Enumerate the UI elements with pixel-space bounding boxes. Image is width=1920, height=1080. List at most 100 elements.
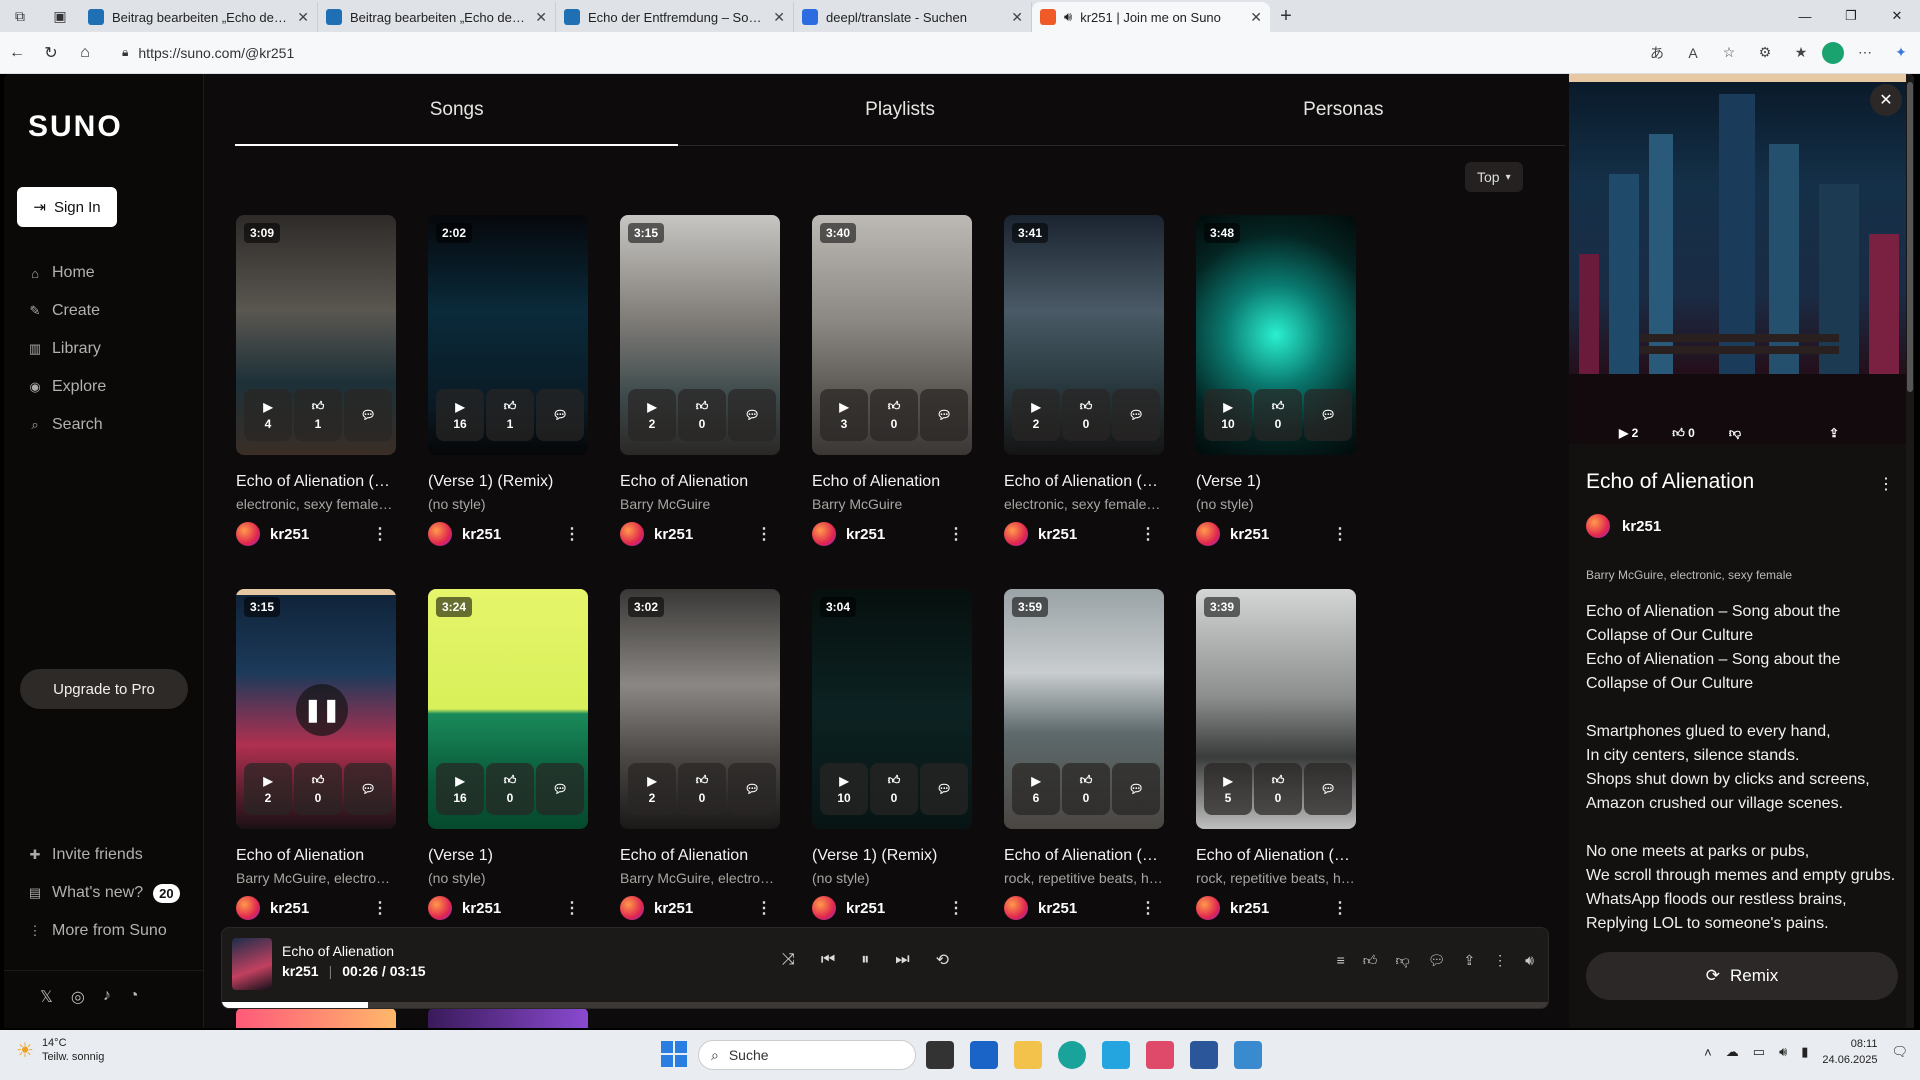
avatar[interactable] bbox=[1196, 896, 1220, 920]
song-title[interactable]: (Verse 1) (Remix) bbox=[812, 847, 972, 865]
song-cover[interactable]: 2:02 ▶ 16 👍︎ 1 💬︎ bbox=[428, 215, 588, 455]
sidebar-item-create[interactable]: ✎ Create bbox=[28, 292, 106, 330]
play-button[interactable]: ▶ 2 bbox=[628, 763, 676, 815]
panel-more-icon[interactable]: ⋮ bbox=[1878, 474, 1894, 494]
tab-personas[interactable]: Personas bbox=[1122, 74, 1565, 145]
more-options-icon[interactable]: ⋮ bbox=[756, 898, 772, 918]
song-user[interactable]: kr251 bbox=[654, 526, 693, 543]
comment-button[interactable]: 💬︎ bbox=[920, 763, 968, 815]
comment-button[interactable]: 💬︎ bbox=[344, 389, 392, 441]
sidebar-item-home[interactable]: ⌂ Home bbox=[28, 254, 106, 292]
onedrive-icon[interactable]: ☁ bbox=[1726, 1044, 1739, 1060]
song-cover[interactable]: 3:15 ❚❚ ▶ 2 👍︎ 0 💬︎ bbox=[236, 589, 396, 829]
song-title[interactable]: Echo of Alienation (R... bbox=[1004, 473, 1164, 491]
avatar[interactable] bbox=[1004, 522, 1028, 546]
song-cover[interactable]: 3:09 ▶ 4 👍︎ 1 💬︎ bbox=[236, 215, 396, 455]
file-explorer-icon[interactable] bbox=[1014, 1041, 1042, 1069]
play-button[interactable]: ▶ 10 bbox=[1204, 389, 1252, 441]
new-tab-button[interactable]: + bbox=[1270, 0, 1302, 32]
comment-button[interactable]: 💬︎ bbox=[536, 389, 584, 441]
minimize-button[interactable]: — bbox=[1782, 0, 1828, 32]
pause-icon[interactable]: ⏸ bbox=[861, 951, 869, 969]
avatar[interactable] bbox=[428, 896, 452, 920]
more-options-icon[interactable]: ⋮ bbox=[372, 898, 388, 918]
avatar[interactable] bbox=[236, 522, 260, 546]
play-button[interactable]: ▶ 6 bbox=[1012, 763, 1060, 815]
panel-scrollbar[interactable] bbox=[1906, 74, 1914, 1028]
volume-icon[interactable]: 🔊︎ bbox=[1779, 1044, 1787, 1060]
close-window-button[interactable]: ✕ bbox=[1874, 0, 1920, 32]
like-button[interactable]: 👍︎ 0 bbox=[870, 389, 918, 441]
song-title[interactable]: (Verse 1) (Remix) bbox=[428, 473, 588, 491]
song-card[interactable]: 3:09 ▶ 4 👍︎ 1 💬︎ Echo of Alienation (R... … bbox=[236, 215, 396, 583]
avatar[interactable] bbox=[812, 522, 836, 546]
audio-playing-icon[interactable]: 🔊︎ bbox=[1064, 9, 1072, 25]
sort-dropdown[interactable]: Top ▾ bbox=[1465, 162, 1523, 192]
play-button[interactable]: ▶ 16 bbox=[436, 763, 484, 815]
queue-icon[interactable]: ≡ bbox=[1337, 952, 1345, 969]
more-options-icon[interactable]: ⋮ bbox=[372, 524, 388, 544]
avatar[interactable] bbox=[428, 522, 452, 546]
song-cover[interactable]: 3:40 ▶ 3 👍︎ 0 💬︎ bbox=[812, 215, 972, 455]
like-button[interactable]: 👍︎ 0 bbox=[486, 763, 534, 815]
word-icon[interactable] bbox=[1190, 1041, 1218, 1069]
more-options-icon[interactable]: ⋮ bbox=[564, 524, 580, 544]
copilot-icon[interactable]: ✦ bbox=[1886, 38, 1916, 68]
battery-icon[interactable]: ▮ bbox=[1801, 1044, 1808, 1060]
song-cover[interactable]: 3:41 ▶ 2 👍︎ 0 💬︎ bbox=[1004, 215, 1164, 455]
more-options-icon[interactable]: ⋮ bbox=[564, 898, 580, 918]
x-icon[interactable]: 𝕏 bbox=[40, 987, 53, 1007]
next-icon[interactable]: ⏭ bbox=[895, 951, 909, 969]
panel-share-icon[interactable]: ⇪ bbox=[1829, 426, 1839, 441]
sidebar-item-what-s-new[interactable]: ▤ What's new? 20 bbox=[28, 874, 180, 912]
snipping-icon[interactable] bbox=[1146, 1041, 1174, 1069]
restore-button[interactable]: ❐ bbox=[1828, 0, 1874, 32]
song-title[interactable]: (Verse 1) bbox=[1196, 473, 1356, 491]
back-icon[interactable]: ← bbox=[0, 36, 34, 70]
comment-button[interactable]: 💬︎ bbox=[1112, 763, 1160, 815]
song-cover[interactable]: 3:04 ▶ 10 👍︎ 0 💬︎ bbox=[812, 589, 972, 829]
browser-tab[interactable]: 🔊︎ kr251 | Join me on Suno ✕ bbox=[1032, 2, 1270, 32]
read-aloud-icon[interactable]: A bbox=[1678, 38, 1708, 68]
notification-icon[interactable]: 🗨︎ bbox=[1891, 1044, 1908, 1060]
song-user[interactable]: kr251 bbox=[654, 900, 693, 917]
clock[interactable]: 08:11 24.06.2025 bbox=[1822, 1036, 1877, 1068]
player-cover[interactable] bbox=[232, 938, 272, 990]
play-button[interactable]: ▶ 2 bbox=[244, 763, 292, 815]
song-user[interactable]: kr251 bbox=[462, 900, 501, 917]
song-title[interactable]: Echo of Alienation (R... bbox=[236, 473, 396, 491]
comment-button[interactable]: 💬︎ bbox=[536, 763, 584, 815]
remix-button[interactable]: ⟳ Remix bbox=[1586, 952, 1898, 1000]
avatar[interactable] bbox=[1004, 896, 1028, 920]
song-user[interactable]: kr251 bbox=[1230, 526, 1269, 543]
play-button[interactable]: ▶ 3 bbox=[820, 389, 868, 441]
extensions-icon[interactable]: ⚙ bbox=[1750, 38, 1780, 68]
sidebar-item-search[interactable]: ⌕ Search bbox=[28, 406, 106, 444]
windows-start-icon[interactable] bbox=[660, 1040, 688, 1068]
comment-button[interactable]: 💬︎ bbox=[1112, 389, 1160, 441]
like-button[interactable]: 👍︎ 0 bbox=[678, 763, 726, 815]
panel-likes[interactable]: 👍︎ 0 bbox=[1672, 426, 1695, 441]
comment-button[interactable]: 💬︎ bbox=[344, 763, 392, 815]
like-button[interactable]: 👍︎ 0 bbox=[1254, 389, 1302, 441]
favorite-star-icon[interactable]: ☆ bbox=[1714, 38, 1744, 68]
upgrade-button[interactable]: Upgrade to Pro bbox=[20, 669, 188, 709]
play-button[interactable]: ▶ 5 bbox=[1204, 763, 1252, 815]
song-cover[interactable]: 3:15 ▶ 2 👍︎ 0 💬︎ bbox=[620, 215, 780, 455]
chevron-up-icon[interactable]: ˄ bbox=[1704, 1045, 1712, 1060]
browser-tab[interactable]: Beitrag bearbeiten „Echo der Entfr… ✕ bbox=[318, 2, 556, 32]
comment-button[interactable]: 💬︎ bbox=[728, 763, 776, 815]
like-button[interactable]: 👍︎ 0 bbox=[1062, 763, 1110, 815]
tab-songs[interactable]: Songs bbox=[235, 74, 679, 146]
song-user[interactable]: kr251 bbox=[1038, 900, 1077, 917]
song-user[interactable]: kr251 bbox=[270, 526, 309, 543]
comment-icon[interactable]: 💬︎ bbox=[1428, 952, 1446, 969]
like-button[interactable]: 👍︎ 0 bbox=[294, 763, 342, 815]
more-icon[interactable]: ⋮ bbox=[1493, 952, 1507, 969]
comment-button[interactable]: 💬︎ bbox=[920, 389, 968, 441]
like-button[interactable]: 👍︎ 1 bbox=[294, 389, 342, 441]
avatar[interactable] bbox=[620, 522, 644, 546]
player-title[interactable]: Echo of Alienation bbox=[282, 943, 394, 959]
song-title[interactable]: Echo of Alienation bbox=[620, 473, 780, 491]
close-tab-icon[interactable]: ✕ bbox=[535, 9, 547, 26]
